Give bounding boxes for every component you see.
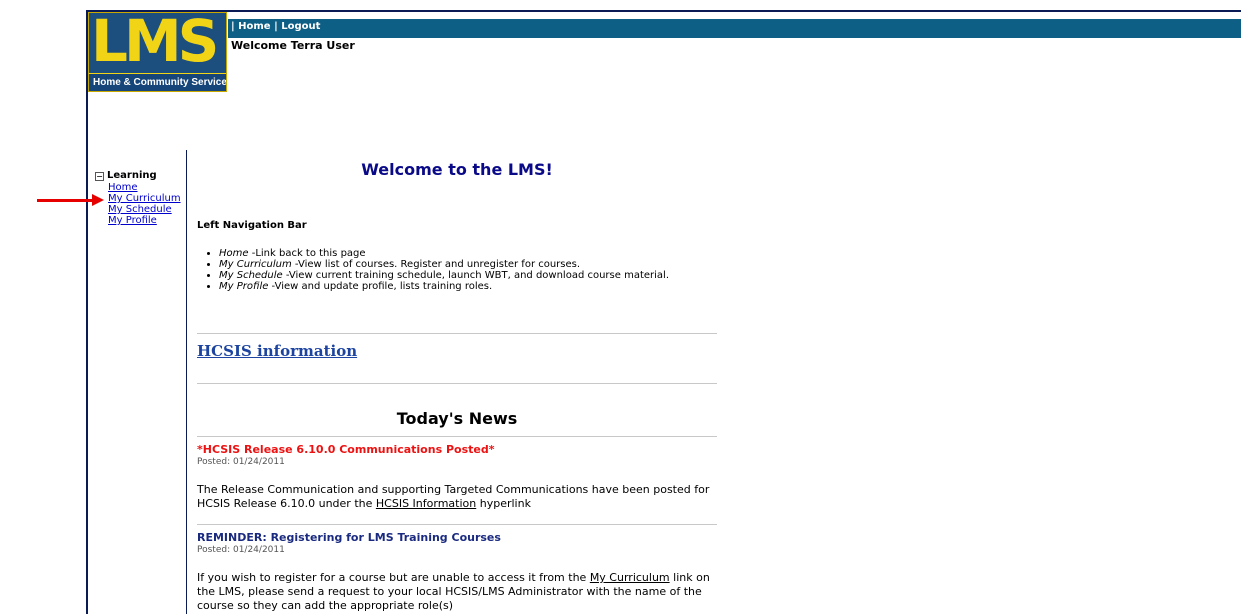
learning-section-header[interactable]: − Learning [95,170,181,182]
news-body-text: If you wish to register for a course but… [197,571,590,584]
nav-my-curriculum-link[interactable]: My Curriculum [108,193,181,204]
bullet-term: Home [219,248,249,259]
news-item: *HCSIS Release 6.10.0 Communications Pos… [197,443,717,511]
red-arrow-icon [37,199,95,202]
top-nav-separator: | [270,21,282,32]
red-arrow-head-icon [92,194,104,206]
list-item: My Profile -View and update profile, lis… [219,281,719,292]
left-nav-divider [186,150,187,614]
bullet-desc: -Link back to this page [248,248,366,259]
news-date: Posted: 01/24/2011 [197,457,285,467]
news-headline: *HCSIS Release 6.10.0 Communications Pos… [197,443,495,456]
hcsis-information-link[interactable]: HCSIS information [197,342,357,360]
divider [197,333,717,334]
left-navigation: − Learning Home My Curriculum My Schedul… [95,170,181,226]
list-item: My Curriculum -View list of courses. Reg… [219,259,719,270]
top-nav: | Home | Logout [231,20,320,34]
news-headline: REMINDER: Registering for LMS Training C… [197,531,501,544]
welcome-user-text: Welcome Terra User [231,39,355,52]
bullet-desc: -View list of courses. Register and unre… [291,259,581,270]
divider [197,524,717,525]
news-body: If you wish to register for a course but… [197,571,717,613]
top-nav-bar [228,19,1241,38]
list-item: My Schedule -View current training sched… [219,270,719,281]
bullet-term: My Schedule [219,270,283,281]
learning-links: Home My Curriculum My Schedule My Profil… [108,182,181,226]
news-my-curriculum-link[interactable]: My Curriculum [590,571,670,584]
logo-text: LMS [91,12,219,75]
bullet-desc: -View and update profile, lists training… [268,281,493,292]
logout-link[interactable]: Logout [281,21,320,32]
learning-section-label: Learning [107,170,157,181]
nav-my-profile-link[interactable]: My Profile [108,215,181,226]
bullet-term: My Profile [219,281,269,292]
news-item: REMINDER: Registering for LMS Training C… [197,531,717,613]
list-item: Home -Link back to this page [219,248,719,259]
news-body-text: hyperlink [476,497,531,510]
divider [197,383,717,384]
page-title: Welcome to the LMS! [361,160,553,179]
news-title: Today's News [396,409,518,428]
collapse-toggle-icon[interactable]: − [95,171,104,181]
nav-my-schedule-link[interactable]: My Schedule [108,204,181,215]
nav-description-list: Home -Link back to this page My Curricul… [205,248,719,292]
logo-subtitle: Home & Community Services [93,77,227,88]
nav-home-link[interactable]: Home [108,182,181,193]
home-link[interactable]: Home [238,21,270,32]
news-date: Posted: 01/24/2011 [197,545,285,555]
lms-logo: LMS Home & Community Services [88,12,227,92]
news-hcsis-information-link[interactable]: HCSIS Information [376,497,476,510]
news-body: The Release Communication and supporting… [197,483,717,511]
bullet-term: My Curriculum [219,259,292,270]
divider [197,436,717,437]
frame-top-border [86,10,1241,12]
frame-left-border [86,10,88,614]
left-nav-heading: Left Navigation Bar [197,220,307,231]
bullet-desc: -View current training schedule, launch … [282,270,670,281]
